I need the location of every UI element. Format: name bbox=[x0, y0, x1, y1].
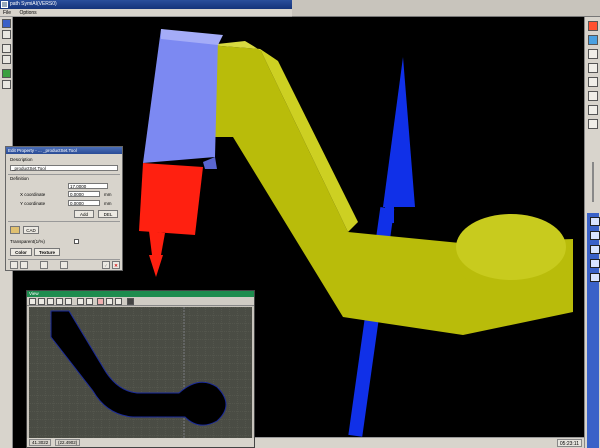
layer-icon[interactable] bbox=[97, 298, 104, 305]
tool-holder-shade bbox=[203, 157, 217, 169]
zoom-in-icon[interactable] bbox=[38, 298, 45, 305]
view-status-bar: 41.3022 (22.4902) bbox=[27, 438, 254, 447]
part-round-end-top bbox=[456, 214, 566, 280]
menu-bar: File Options bbox=[0, 9, 292, 17]
view-icon[interactable] bbox=[588, 35, 598, 45]
measure-icon[interactable] bbox=[106, 298, 113, 305]
header-strip bbox=[292, 0, 600, 17]
render-icon[interactable] bbox=[588, 105, 598, 115]
separator bbox=[8, 174, 120, 175]
tool-icon[interactable] bbox=[60, 261, 68, 269]
app-icon bbox=[1, 1, 8, 8]
pan-icon[interactable] bbox=[588, 63, 598, 73]
dialog-title: Edit Property - ... _productSet.Tool bbox=[6, 147, 122, 154]
new-file-icon[interactable] bbox=[2, 44, 11, 53]
separator bbox=[8, 259, 120, 260]
save-icon[interactable] bbox=[2, 55, 11, 64]
definition-label: Definition bbox=[10, 176, 29, 181]
add-button[interactable]: Add bbox=[74, 210, 94, 218]
x-coordinate-field[interactable]: 0.0000 bbox=[68, 191, 100, 197]
snap-icon[interactable] bbox=[86, 298, 93, 305]
list-icon[interactable] bbox=[20, 261, 28, 269]
panel-button-4-icon[interactable] bbox=[590, 259, 600, 268]
grid-icon[interactable] bbox=[10, 261, 18, 269]
view-toolbar bbox=[27, 297, 254, 306]
2d-view-window: View 41.3022 (22.4902) bbox=[26, 290, 255, 448]
zoom-out-icon[interactable] bbox=[47, 298, 54, 305]
menu-file[interactable]: File bbox=[3, 10, 11, 16]
axis-arrowhead bbox=[383, 57, 415, 207]
cutter-tip bbox=[149, 255, 163, 277]
transparent-checkbox[interactable] bbox=[74, 239, 79, 244]
definition-field[interactable]: 17.0000 bbox=[68, 183, 108, 189]
status-clock: 05:23:11 bbox=[556, 439, 582, 447]
window-title: path SymiAI(VERS0) bbox=[10, 1, 57, 7]
x-unit: mm bbox=[104, 192, 112, 197]
copy-icon[interactable] bbox=[40, 261, 48, 269]
tool-panel bbox=[587, 213, 600, 448]
speed-slider[interactable] bbox=[592, 162, 594, 202]
separator bbox=[8, 221, 120, 222]
folder-icon[interactable] bbox=[10, 226, 20, 234]
right-toolbar bbox=[584, 17, 600, 448]
zoom-fit-icon[interactable] bbox=[588, 91, 598, 101]
zoom-all-icon[interactable] bbox=[65, 298, 72, 305]
panel-button-5-icon[interactable] bbox=[590, 273, 600, 282]
refresh-icon[interactable] bbox=[29, 298, 36, 305]
select-tool-icon[interactable] bbox=[2, 19, 11, 28]
panel-button-2-icon[interactable] bbox=[590, 231, 600, 240]
cutter-body bbox=[139, 163, 203, 235]
cancel-x-icon[interactable]: ✕ bbox=[112, 261, 120, 269]
cad-button[interactable]: CAD bbox=[23, 226, 39, 234]
tool-holder bbox=[143, 29, 218, 163]
panel-button-1-icon[interactable] bbox=[590, 217, 600, 226]
x-coordinate-label: X coordinate bbox=[20, 192, 46, 197]
print-icon[interactable] bbox=[2, 80, 11, 89]
measure-icon[interactable] bbox=[588, 119, 598, 129]
status-bar: 05:23:11 bbox=[253, 437, 584, 448]
stop-icon[interactable] bbox=[588, 21, 598, 31]
cutter-neck bbox=[149, 231, 165, 255]
axis-neck bbox=[385, 203, 394, 223]
rotate-tool-icon[interactable] bbox=[2, 30, 11, 39]
tab-color[interactable]: Color bbox=[10, 248, 32, 256]
print-icon[interactable] bbox=[127, 298, 134, 305]
pan-icon[interactable] bbox=[115, 298, 122, 305]
2d-drawing bbox=[29, 307, 252, 438]
transparent-label: Transparent(1/%) bbox=[10, 239, 45, 244]
coord-y: (22.4902) bbox=[55, 439, 81, 446]
delete-button[interactable]: DEL bbox=[98, 210, 118, 218]
description-label: Description bbox=[10, 157, 33, 162]
coord-x: 41.3022 bbox=[29, 439, 52, 446]
grid-toggle-icon[interactable] bbox=[77, 298, 84, 305]
rotate-view-icon[interactable] bbox=[588, 49, 598, 59]
ok-check-icon[interactable]: ✓ bbox=[102, 261, 110, 269]
edit-property-dialog: Edit Property - ... _productSet.Tool Des… bbox=[5, 146, 123, 271]
view-canvas[interactable] bbox=[29, 307, 252, 438]
menu-options[interactable]: Options bbox=[19, 10, 36, 16]
zoom-window-icon[interactable] bbox=[56, 298, 63, 305]
open-folder-icon[interactable] bbox=[2, 69, 11, 78]
tab-texture[interactable]: Texture bbox=[34, 248, 60, 256]
panel-button-3-icon[interactable] bbox=[590, 245, 600, 254]
y-coordinate-label: Y coordinate bbox=[20, 201, 46, 206]
zoom-icon[interactable] bbox=[588, 77, 598, 87]
y-coordinate-field[interactable]: 0.0000 bbox=[68, 200, 100, 206]
window-title-bar: path SymiAI(VERS0) bbox=[0, 0, 292, 9]
description-field[interactable]: _productSet.Tool bbox=[10, 165, 118, 171]
y-unit: mm bbox=[104, 201, 112, 206]
